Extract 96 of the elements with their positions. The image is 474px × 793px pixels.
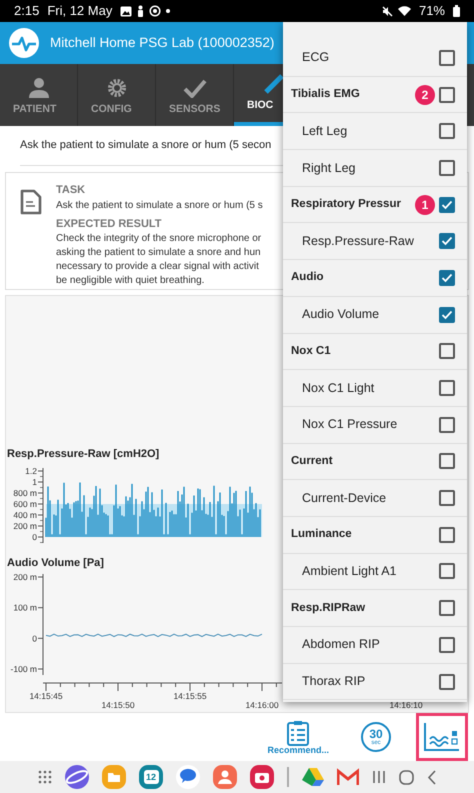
checkbox[interactable] bbox=[439, 123, 455, 140]
axis-tick-label: 100 m bbox=[13, 602, 37, 613]
channel-menu-item[interactable]: ECG bbox=[283, 40, 467, 77]
check-icon bbox=[182, 78, 206, 98]
checkbox[interactable] bbox=[439, 636, 455, 653]
channel-menu-item[interactable]: Audio bbox=[283, 260, 467, 297]
image-icon bbox=[120, 6, 132, 16]
checkbox[interactable] bbox=[439, 343, 455, 360]
home-icon[interactable] bbox=[399, 770, 414, 784]
channel-menu-item[interactable]: Right Leg bbox=[283, 150, 467, 187]
camera-app-icon[interactable] bbox=[250, 765, 274, 789]
axis-tick-label: 14:16:10 bbox=[389, 700, 423, 710]
checkbox[interactable] bbox=[439, 526, 455, 543]
axis-tick-label: 1 bbox=[32, 476, 37, 486]
mail-app-icon[interactable] bbox=[337, 768, 359, 786]
app-title: Mitchell Home PSG Lab (100002352) bbox=[50, 34, 274, 52]
clock-time: 2:15 bbox=[14, 2, 40, 20]
checkbox[interactable] bbox=[439, 306, 455, 323]
axis-tick-label: 600 m bbox=[13, 498, 37, 508]
channel-menu-item[interactable]: Nox C1 Pressure bbox=[283, 406, 467, 444]
checkbox[interactable] bbox=[439, 270, 455, 286]
channel-menu-item[interactable]: Tibialis EMG 2 bbox=[283, 76, 467, 114]
checkbox[interactable] bbox=[439, 416, 455, 433]
channel-menu-item[interactable]: Audio Volume bbox=[283, 296, 467, 334]
channel-menu-item[interactable]: Luminance bbox=[283, 516, 467, 554]
axis-tick-label: 1.2 bbox=[25, 466, 37, 476]
calendar-app-icon[interactable]: 12 bbox=[139, 765, 163, 789]
checkbox[interactable] bbox=[439, 674, 455, 690]
date-text: Fri, 12 May bbox=[47, 2, 112, 20]
tab[interactable]: PATIENT bbox=[0, 64, 78, 126]
chat-bubble-app-icon[interactable] bbox=[176, 765, 200, 789]
axis-tick-label: 400 m bbox=[13, 510, 37, 520]
channel-menu-item[interactable]: Nox C1 bbox=[283, 334, 467, 370]
checkbox[interactable] bbox=[439, 50, 455, 66]
triangle-app-icon[interactable] bbox=[302, 767, 324, 787]
person-icon bbox=[137, 5, 144, 17]
axis-tick-label: 800 m bbox=[13, 488, 37, 498]
back-icon[interactable] bbox=[427, 770, 436, 784]
axis-tick-label: 14:15:50 bbox=[101, 700, 135, 710]
person-icon bbox=[28, 76, 50, 98]
recents-icon[interactable] bbox=[372, 770, 386, 784]
channel-menu-item[interactable]: Abdomen RIP bbox=[283, 627, 467, 664]
dot-icon bbox=[166, 9, 170, 13]
battery-percent: 71% bbox=[418, 2, 445, 20]
document-icon bbox=[20, 189, 42, 215]
heartbeat-logo-icon bbox=[8, 27, 40, 59]
axis-tick-label: 0 bbox=[32, 633, 37, 644]
channel-menu-item[interactable]: Current-Device bbox=[283, 480, 467, 517]
chart-title: Audio Volume [Pa] bbox=[6, 556, 104, 570]
dock-separator bbox=[287, 767, 289, 787]
step-badge: 2 bbox=[415, 84, 435, 105]
channel-menu-item[interactable]: Left Leg bbox=[283, 113, 467, 150]
target-icon bbox=[149, 5, 162, 17]
app-grid-icon[interactable] bbox=[38, 770, 52, 784]
channel-menu-item[interactable]: Resp.RIPRaw bbox=[283, 590, 467, 627]
channel-menu-item[interactable]: Resp.Pressure-Raw bbox=[283, 223, 467, 260]
axis-tick-label: 14:15:55 bbox=[173, 691, 207, 701]
channel-menu-item[interactable]: Ambient Light A1 bbox=[283, 554, 467, 590]
checkbox[interactable] bbox=[439, 160, 455, 176]
expected-result-heading: EXPECTED RESULT bbox=[56, 217, 162, 232]
checkbox[interactable] bbox=[439, 196, 455, 213]
axis-tick-label: -100 m bbox=[10, 664, 37, 674]
checklist-icon bbox=[286, 720, 310, 746]
channel-menu-item[interactable]: Nox C1 Light bbox=[283, 370, 467, 407]
task-heading: TASK bbox=[56, 183, 86, 198]
checkbox[interactable] bbox=[439, 490, 455, 506]
tab[interactable]: CONFIG bbox=[78, 64, 156, 126]
person-app-icon[interactable] bbox=[213, 765, 237, 789]
chart-title: Resp.Pressure-Raw [cmH2O] bbox=[6, 447, 160, 462]
checkbox[interactable] bbox=[439, 86, 455, 103]
task-text: Ask the patient to simulate a snore or hum (5 s bbox=[56, 199, 263, 213]
tab[interactable]: SENSORS bbox=[156, 64, 234, 126]
channel-menu-item[interactable]: Thorax RIP bbox=[283, 664, 467, 700]
gear-icon bbox=[106, 78, 126, 98]
channel-menu-item[interactable]: Respiratory Pressur 1 bbox=[283, 186, 467, 224]
wifi-icon bbox=[398, 6, 411, 16]
signals-button[interactable] bbox=[416, 713, 468, 761]
channel-menu-item[interactable]: Current bbox=[283, 444, 467, 480]
planet-app-icon[interactable] bbox=[65, 765, 89, 789]
step-badge: 1 bbox=[415, 194, 435, 215]
checkbox[interactable] bbox=[439, 380, 455, 396]
axis-tick-label: 14:15:45 bbox=[29, 691, 63, 701]
mute-icon bbox=[382, 6, 393, 16]
axis-tick-label: 0 bbox=[32, 532, 37, 542]
checkbox[interactable] bbox=[439, 600, 455, 616]
instruction-text: Ask the patient to simulate a snore or hum (5 secon bbox=[20, 138, 272, 154]
axis-tick-label: 14:16:00 bbox=[245, 700, 279, 710]
axis-tick-label: 200 m bbox=[13, 520, 37, 530]
recommend-button[interactable]: Recommend... bbox=[260, 713, 336, 761]
checkbox[interactable] bbox=[439, 563, 455, 580]
battery-icon bbox=[453, 5, 460, 17]
axis-tick-label: 200 m bbox=[13, 572, 37, 582]
checkbox[interactable] bbox=[439, 233, 455, 250]
checkbox[interactable] bbox=[439, 453, 455, 470]
chart-settings-icon bbox=[423, 722, 461, 752]
expected-result-text: Check the integrity of the snore microphone or asking the patient to simulate a snore and hun necessary to provide a clear signal with activit be negligible with quiet breathing. bbox=[56, 232, 262, 288]
